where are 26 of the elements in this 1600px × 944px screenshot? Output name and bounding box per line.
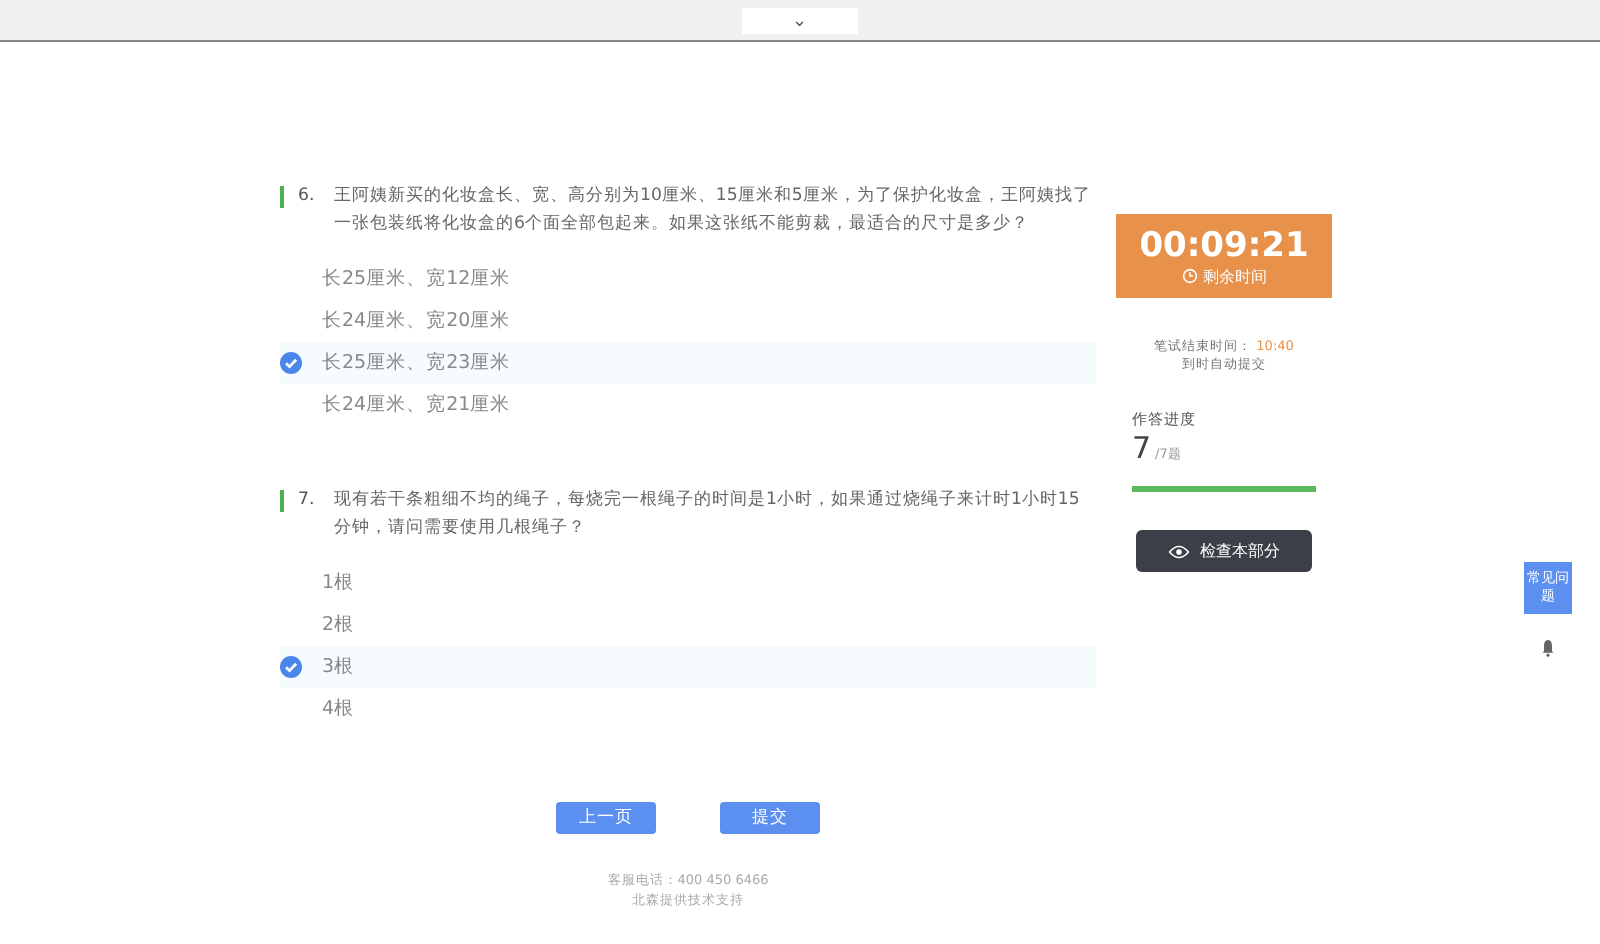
check-icon (280, 656, 302, 678)
answer-option[interactable]: 1根 (280, 562, 1096, 604)
collapse-toggle[interactable]: ⌄ (742, 7, 858, 33)
question-number: 6. (298, 184, 317, 210)
question-marker (280, 186, 284, 208)
clock-icon (1181, 268, 1197, 284)
nav-button[interactable]: 上一页 (556, 802, 656, 834)
answer-option[interactable]: 4根 (280, 688, 1096, 730)
answer-option[interactable]: 长25厘米、宽23厘米 (280, 342, 1096, 384)
answered-count: 7 (1132, 430, 1152, 466)
check-icon (280, 352, 302, 374)
timer-label: 剩余时间 (1203, 265, 1267, 287)
answer-option[interactable]: 长25厘米、宽12厘米 (280, 258, 1096, 300)
answer-option[interactable]: 长24厘米、宽20厘米 (280, 300, 1096, 342)
bell-icon[interactable] (1540, 638, 1556, 658)
remaining-time: 00:09:21 (1139, 225, 1309, 265)
answer-option[interactable]: 2根 (280, 604, 1096, 646)
question-text: 王阿姨新买的化妆盒长、宽、高分别为10厘米、15厘米和5厘米，为了保护化妆盒，王阿姨找了一张包装纸将化妆盒的6个面全部包起来。如果这张纸不能剪裁，最适合的尺寸是多少？ (334, 183, 1093, 238)
question-number: 7. (298, 488, 317, 514)
answer-option[interactable]: 3根 (280, 646, 1096, 688)
answer-option[interactable]: 长24厘米、宽21厘米 (280, 384, 1096, 426)
question-text: 现有若干条粗细不均的绳子，每烧完一根绳子的时间是1小时，如果通过烧绳子来计时1小时15分钟，请问需要使用几根绳子？ (334, 487, 1082, 542)
review-button[interactable]: 检查本部分 (1136, 530, 1312, 572)
question-marker (280, 490, 284, 512)
nav-button[interactable]: 提交 (720, 802, 820, 834)
eye-icon (1168, 543, 1190, 559)
